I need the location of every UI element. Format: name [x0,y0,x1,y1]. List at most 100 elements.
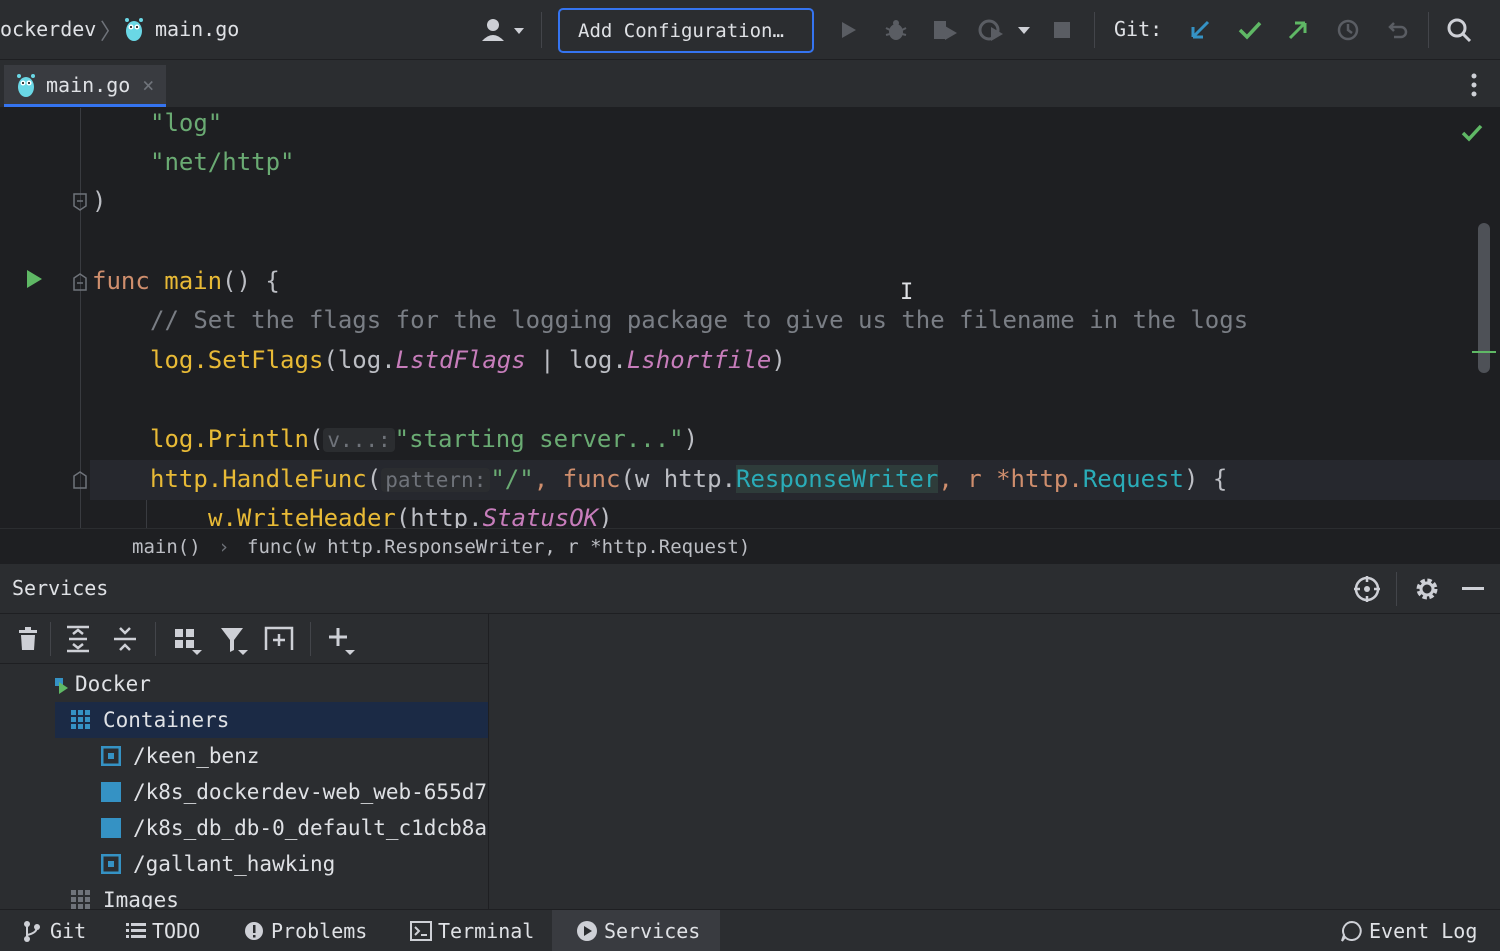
new-tab-icon[interactable] [264,624,294,654]
chat-bubble-icon [1341,914,1363,942]
tool-tab-label: Event Log [1369,919,1478,943]
tree-node-label: Containers [103,708,230,732]
rollback-icon[interactable] [1382,14,1414,46]
tree-node-container[interactable]: /k8s_dockerdev-web_web-655d7 [55,774,488,810]
add-icon[interactable] [328,626,358,656]
code-line: http.HandleFunc(pattern: "/", func(w http… [150,465,1228,493]
check-icon[interactable] [1460,122,1484,144]
tab-main-go[interactable]: main.go × [4,65,166,107]
tree-node-container[interactable]: /gallant_hawking [55,846,488,882]
tree-node-label: /k8s_dockerdev-web_web-655d7 [133,780,488,804]
tree-node-containers[interactable]: Containers [55,702,488,738]
terminal-icon [410,913,432,941]
toolbar-divider [1428,12,1429,48]
toolbar-divider [310,622,311,656]
expand-all-icon[interactable] [65,625,91,653]
debug-icon[interactable] [880,14,912,46]
services-panel-header: Services [0,564,1500,614]
running-container-icon [101,813,121,838]
tree-node-container[interactable]: /k8s_db_db-0_default_c1dcb8a [55,810,488,846]
gopher-file-icon [124,16,144,42]
close-icon[interactable]: × [142,73,154,97]
code-breadcrumbs: main() › func(w http.ResponseWriter, r *… [0,528,1500,564]
tab-label: main.go [46,72,131,97]
tree-node-images[interactable]: Images [55,882,488,909]
tool-tab-label: Services [604,919,701,943]
delete-icon[interactable] [16,626,40,652]
git-push-icon[interactable] [1282,14,1314,46]
fold-icon[interactable] [72,470,88,490]
locate-icon[interactable] [1352,574,1382,604]
service-detail-pane [488,614,1500,909]
tool-tab-services[interactable]: Services [552,910,721,951]
more-options-icon[interactable] [1464,71,1484,99]
services-tree: Docker Containers /keen_benz /k8s_docker… [0,665,488,909]
search-icon[interactable] [1443,14,1475,46]
indent-guide [146,500,147,528]
user-icon[interactable] [478,14,528,46]
change-marker [1472,351,1496,353]
history-icon[interactable] [1332,14,1364,46]
list-icon [126,912,146,938]
parameter-hint: v...: [323,428,395,452]
tree-node-docker[interactable]: Docker [55,666,488,702]
services-icon [576,914,598,941]
run-icon[interactable] [832,14,864,46]
code-line: log.SetFlags(log.LstdFlags | log.Lshortf… [150,346,786,374]
tool-tab-label: Terminal [438,919,535,943]
code-line: "net/http" [150,148,295,176]
tree-node-label: Docker [75,672,151,696]
add-configuration-button[interactable]: Add Configuration… [558,8,814,53]
tool-tab-terminal[interactable]: Terminal [410,910,534,951]
fold-icon[interactable] [72,272,88,292]
git-update-icon[interactable] [1184,14,1216,46]
fold-icon[interactable] [72,192,88,212]
chevron-right-icon: 〉 [100,20,123,45]
code-line: log.Println(v...: "starting server...") [150,425,699,453]
editor-tab-bar: main.go × [0,61,1500,108]
code-editor[interactable]: "log" "net/http" ) func main() { // Set … [0,108,1500,528]
project-name[interactable]: ockerdev [0,17,96,41]
coverage-icon[interactable] [929,14,961,46]
toolbar-divider [1094,12,1095,48]
tree-node-label: /k8s_db_db-0_default_c1dcb8a [133,816,488,840]
gear-icon[interactable] [1413,575,1441,603]
group-by-icon[interactable] [174,628,204,656]
code-line: "log" [150,109,223,137]
tool-tab-label: Git [50,919,87,943]
breadcrumb-item[interactable]: main() [132,536,201,558]
panel-title: Services [12,576,109,600]
tool-tab-label: Problems [271,919,368,943]
tool-window-bar: Git TODO Problems Terminal Services Even… [0,909,1500,951]
git-label: Git: [1114,17,1163,41]
tool-tab-todo[interactable]: TODO [126,910,200,951]
stopped-container-icon [100,741,122,767]
tool-tab-event-log[interactable]: Event Log [1341,910,1477,951]
breadcrumb-file[interactable]: main.go [155,17,239,41]
chevron-down-icon[interactable] [1010,14,1038,46]
warning-icon [244,913,264,940]
git-commit-icon[interactable] [1234,14,1266,46]
breadcrumb-item[interactable]: func(w http.ResponseWriter, r *http.Requ… [247,536,750,558]
code-line: func main() { [92,267,280,295]
docker-running-icon [55,669,69,694]
toolbar-divider [155,622,156,656]
filter-icon[interactable] [220,626,250,656]
tool-tab-label: TODO [152,919,201,943]
grid-icon [71,885,91,909]
tool-tab-problems[interactable]: Problems [244,910,367,951]
branch-icon [22,914,42,942]
collapse-all-icon[interactable] [112,625,138,653]
run-gutter-icon[interactable] [24,268,44,290]
parameter-hint: pattern: [381,468,491,492]
grid-icon [71,705,91,729]
toolbar-divider [50,622,51,656]
tool-tab-git[interactable]: Git [22,910,86,951]
minimize-icon[interactable] [1462,587,1484,590]
panel-divider [1396,572,1397,606]
stop-icon[interactable] [1046,14,1078,46]
profile-icon[interactable] [975,14,1007,46]
tree-node-container[interactable]: /keen_benz [55,738,488,774]
tree-node-label: /keen_benz [133,744,260,768]
toolbar-divider [541,12,542,48]
